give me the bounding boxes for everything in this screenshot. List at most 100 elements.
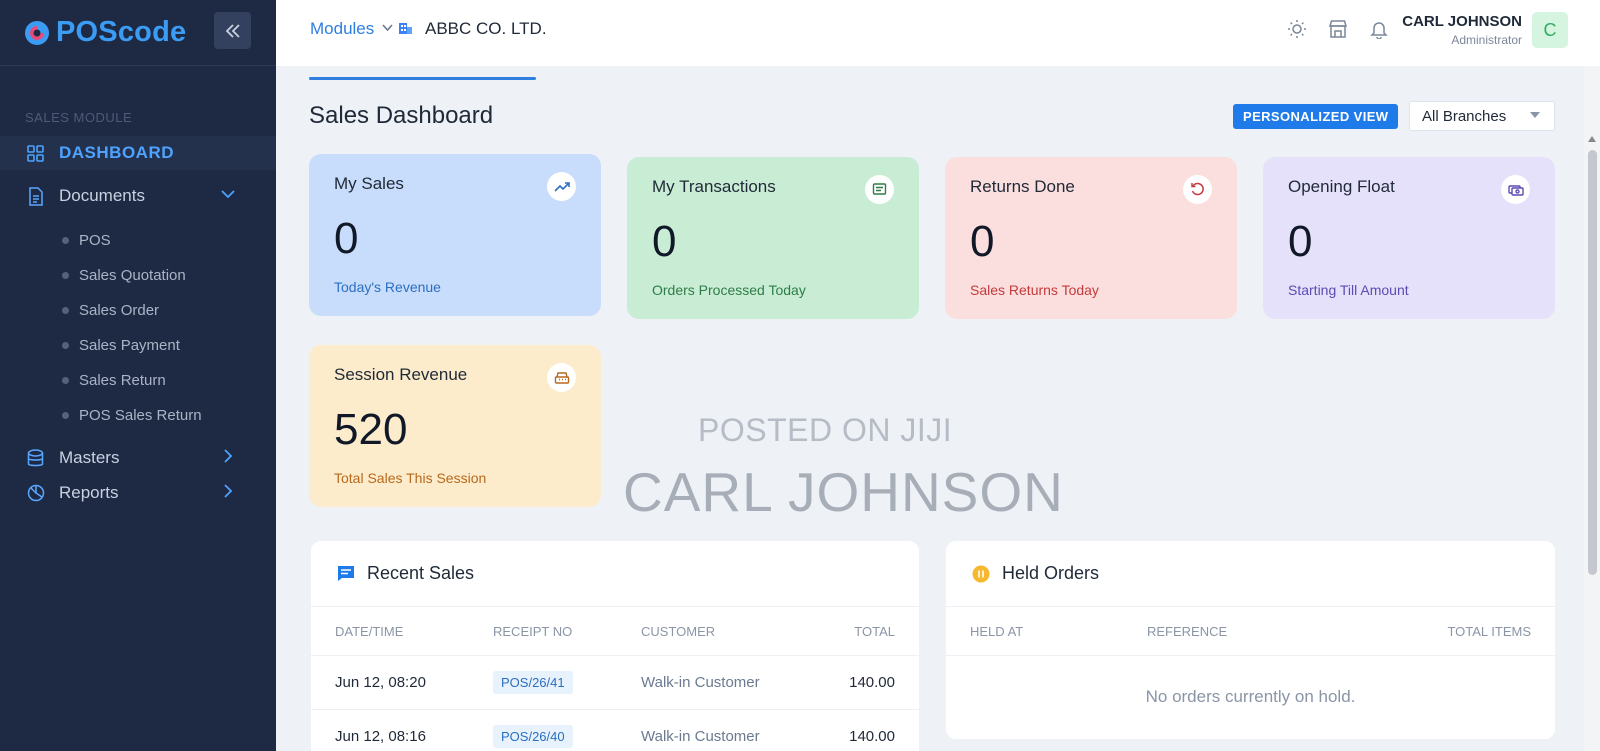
table-row[interactable]: Jun 12, 08:20 POS/26/41 Walk-in Customer… — [311, 656, 919, 710]
branch-select-value: All Branches — [1422, 107, 1507, 125]
table-header: HELD AT REFERENCE TOTAL ITEMS — [946, 607, 1555, 656]
sidebar-subitem-label: POS Sales Return — [79, 406, 202, 424]
page-scrollbar[interactable] — [1584, 66, 1600, 751]
sidebar-subitem-sales-payment[interactable]: Sales Payment — [62, 333, 180, 357]
document-icon — [26, 186, 45, 206]
store-icon — [1328, 20, 1348, 38]
sidebar-subitem-pos-sales-return[interactable]: POS Sales Return — [62, 403, 202, 427]
sidebar-item-label: Documents — [59, 186, 145, 205]
held-orders-panel: Held Orders HELD AT REFERENCE TOTAL ITEM… — [946, 541, 1555, 739]
column-header: TOTAL — [854, 624, 895, 639]
stat-card-opening-float[interactable]: Opening Float 0 Starting Till Amount — [1263, 157, 1555, 319]
bullet-icon — [62, 236, 69, 244]
sidebar-subitem-label: Sales Payment — [79, 336, 180, 354]
scrollbar-thumb[interactable] — [1588, 150, 1597, 575]
sidebar-item-label: Reports — [59, 483, 119, 502]
double-chevron-left-icon — [225, 23, 240, 38]
chat-list-icon — [337, 565, 355, 582]
table-header: DATE/TIME RECEIPT NO CUSTOMER TOTAL — [311, 607, 919, 656]
card-subtitle: Orders Processed Today — [652, 282, 806, 298]
card-title: My Sales — [334, 174, 404, 193]
user-role: Administrator — [1451, 33, 1522, 47]
panel-title: Held Orders — [1002, 563, 1100, 583]
store-button[interactable] — [1327, 18, 1349, 40]
scroll-up-arrow-icon[interactable] — [1588, 136, 1596, 142]
cell-total: 140.00 — [849, 674, 895, 691]
card-title: Session Revenue — [334, 365, 468, 384]
panel-header: Held Orders — [946, 541, 1555, 607]
card-subtitle: Starting Till Amount — [1288, 282, 1409, 298]
card-value: 520 — [334, 405, 408, 454]
sidebar-item-reports[interactable]: Reports — [0, 476, 276, 510]
caret-down-icon — [1530, 112, 1540, 118]
recent-sales-panel: Recent Sales DATE/TIME RECEIPT NO CUSTOM… — [311, 541, 919, 751]
sidebar-item-label: DASHBOARD — [59, 143, 174, 162]
app-logo[interactable]: POScode — [24, 16, 186, 49]
sidebar: POScode SALES MODULE DASHBOARD Documents — [0, 0, 276, 751]
column-header: DATE/TIME — [335, 624, 404, 639]
chevron-down-icon — [220, 186, 236, 207]
avatar[interactable]: C — [1532, 12, 1568, 48]
bullet-icon — [62, 271, 69, 279]
receipt-badge[interactable]: POS/26/40 — [493, 725, 573, 748]
chevron-right-icon — [220, 448, 236, 469]
modules-dropdown[interactable]: Modules — [310, 19, 393, 39]
company-selector[interactable]: ABBC CO. LTD. — [398, 19, 547, 39]
sun-icon — [1288, 20, 1306, 38]
panel-title: Recent Sales — [367, 563, 475, 583]
stat-card-session-revenue[interactable]: Session Revenue 520 Total Sales This Ses… — [309, 345, 601, 507]
column-header: RECEIPT NO — [493, 624, 573, 639]
card-subtitle: Today's Revenue — [334, 279, 441, 295]
cell-customer: Walk-in Customer — [641, 728, 760, 745]
bullet-icon — [62, 306, 69, 314]
sidebar-item-dashboard[interactable]: DASHBOARD — [0, 136, 276, 170]
sidebar-item-documents[interactable]: Documents — [0, 179, 276, 213]
table-row[interactable]: Jun 12, 08:16 POS/26/40 Walk-in Customer… — [311, 710, 919, 751]
brand-name: POScode — [56, 16, 187, 48]
stat-card-my-sales[interactable]: My Sales 0 Today's Revenue — [309, 154, 601, 316]
trend-up-icon — [547, 172, 576, 201]
empty-state-message: No orders currently on hold. — [1145, 687, 1356, 706]
column-header: HELD AT — [970, 624, 1024, 639]
card-title: Returns Done — [970, 177, 1075, 196]
branch-select[interactable]: All Branches — [1409, 101, 1555, 131]
theme-toggle-button[interactable] — [1286, 18, 1308, 40]
sidebar-subitem-label: POS — [79, 231, 111, 249]
active-tab-indicator — [309, 77, 536, 80]
cell-total: 140.00 — [849, 728, 895, 745]
brand-row: POScode — [0, 0, 276, 66]
watermark-line-1: POSTED ON JIJI — [698, 412, 953, 448]
stat-card-returns-done[interactable]: Returns Done 0 Sales Returns Today — [945, 157, 1237, 319]
page-title: Sales Dashboard — [309, 102, 494, 129]
sidebar-item-masters[interactable]: Masters — [0, 441, 276, 475]
sidebar-subitem-label: Sales Return — [79, 371, 166, 389]
logo-mark-icon — [25, 20, 49, 45]
chevron-right-icon — [220, 483, 236, 504]
bullet-icon — [62, 341, 69, 349]
receipt-badge[interactable]: POS/26/41 — [493, 671, 573, 694]
sidebar-subitem-pos[interactable]: POS — [62, 228, 111, 252]
column-header: REFERENCE — [1147, 624, 1228, 639]
bullet-icon — [62, 376, 69, 384]
personalized-view-badge[interactable]: PERSONALIZED VIEW — [1233, 104, 1399, 129]
database-icon — [26, 448, 45, 468]
chevron-down-icon — [382, 22, 393, 36]
sidebar-subitem-sales-quotation[interactable]: Sales Quotation — [62, 263, 186, 287]
collapse-sidebar-button[interactable] — [214, 12, 251, 49]
card-value: 0 — [970, 217, 995, 266]
company-name: ABBC CO. LTD. — [425, 19, 547, 38]
sidebar-subitem-sales-order[interactable]: Sales Order — [62, 298, 159, 322]
card-title: Opening Float — [1288, 177, 1395, 196]
sidebar-item-label: Masters — [59, 448, 120, 467]
user-name[interactable]: CARL JOHNSON — [1402, 13, 1522, 30]
grid-icon — [26, 144, 45, 163]
stat-card-my-transactions[interactable]: My Transactions 0 Orders Processed Today — [627, 157, 919, 319]
card-subtitle: Sales Returns Today — [970, 282, 1099, 298]
card-value: 0 — [1288, 217, 1313, 266]
top-bar: Modules ABBC CO. LTD. CARL JOHNSON Admin… — [276, 0, 1600, 66]
sidebar-subitem-sales-return[interactable]: Sales Return — [62, 368, 166, 392]
undo-icon — [1183, 175, 1212, 204]
notifications-button[interactable] — [1368, 18, 1390, 40]
panel-header: Recent Sales — [311, 541, 919, 607]
card-value: 0 — [652, 217, 677, 266]
